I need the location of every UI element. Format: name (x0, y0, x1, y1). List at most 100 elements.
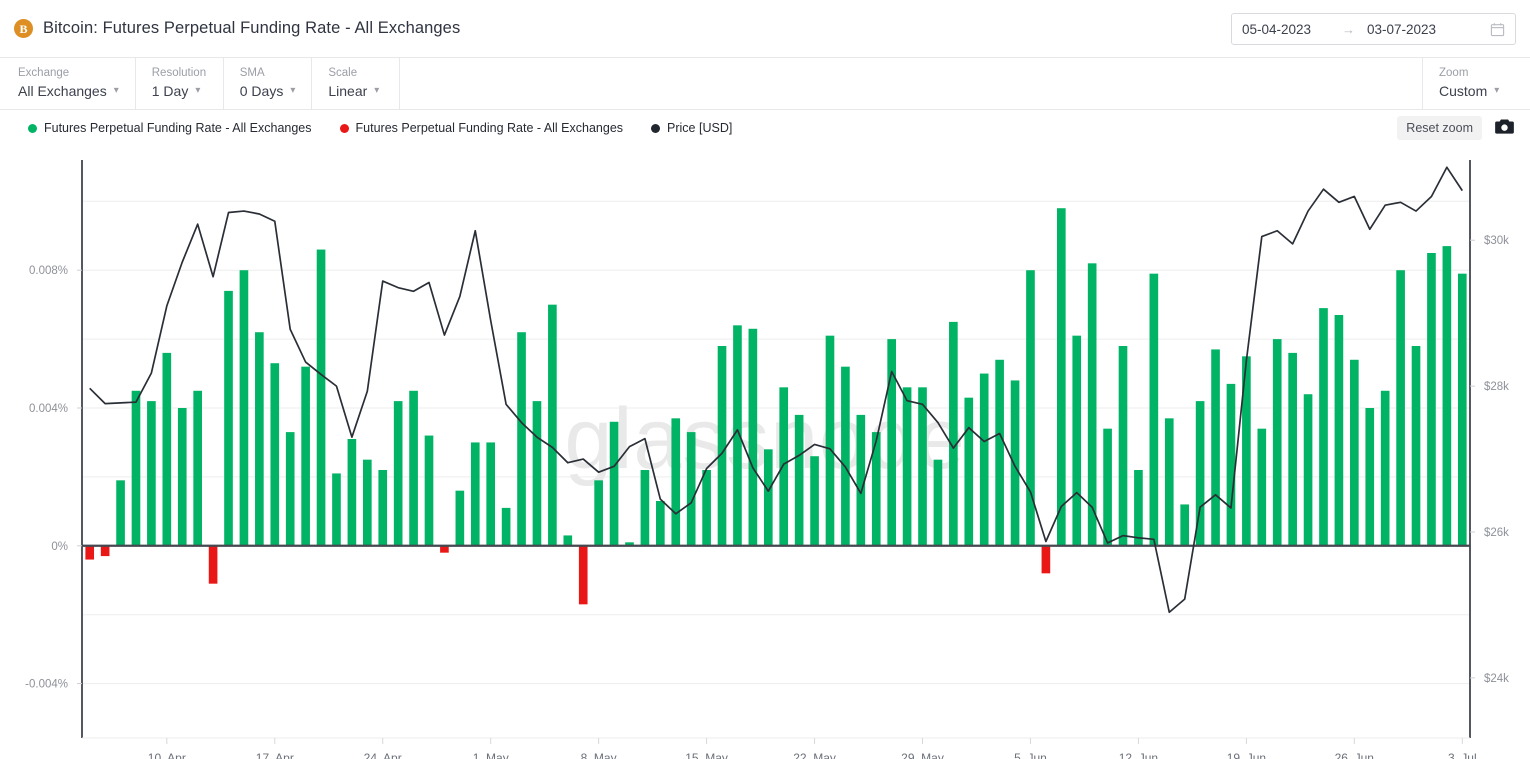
chart-bar (1041, 545, 1051, 574)
chart-bar (424, 435, 434, 546)
date-range-start[interactable]: 05-04-2023 (1242, 22, 1338, 37)
svg-text:19. Jun: 19. Jun (1227, 751, 1266, 759)
control-sma[interactable]: SMA 0 Days ▾ (224, 58, 313, 109)
chart-bar (532, 401, 542, 546)
chart-bar (393, 401, 403, 546)
chart-bar (702, 470, 711, 546)
page-header: B Bitcoin: Futures Perpetual Funding Rat… (0, 0, 1530, 58)
chart-bar (578, 545, 588, 605)
svg-text:3. Jul: 3. Jul (1448, 751, 1477, 759)
chart-bar (100, 545, 110, 557)
legend: Futures Perpetual Funding Rate - All Exc… (0, 110, 1530, 146)
chart-bar (671, 418, 681, 546)
chart-bar (177, 408, 187, 546)
chart-bar (1350, 359, 1359, 546)
chart-bar (501, 507, 511, 546)
control-resolution-value[interactable]: 1 Day ▾ (152, 81, 207, 101)
chart-bar (517, 332, 526, 546)
chart-bar (1103, 428, 1112, 546)
date-range-arrow-icon: → (1342, 21, 1355, 37)
chart-bar (949, 321, 958, 546)
control-sma-value[interactable]: 0 Days ▾ (240, 81, 296, 101)
legend-item-label: Futures Perpetual Funding Rate - All Exc… (355, 121, 624, 135)
svg-text:$28k: $28k (1484, 381, 1509, 393)
chart-area: glassnode -0.004% 0% 0.004% 0.008% $24k $26k $2… (0, 146, 1530, 759)
control-scale[interactable]: Scale Linear ▾ (312, 58, 401, 109)
control-exchange[interactable]: Exchange All Exchanges ▾ (0, 58, 136, 109)
legend-item-label: Futures Perpetual Funding Rate - All Exc… (44, 121, 312, 135)
svg-text:22. May: 22. May (793, 751, 836, 759)
chart-bar (1149, 273, 1159, 546)
chart-bar (810, 456, 819, 546)
chart-bar (1288, 352, 1297, 546)
chart-bar (1411, 346, 1421, 546)
control-sma-label: SMA (239, 67, 265, 79)
svg-text:26. Jun: 26. Jun (1335, 751, 1374, 759)
chart-bar (640, 470, 650, 546)
chart-bar (1180, 504, 1190, 546)
chart-bar (1427, 253, 1436, 546)
control-exchange-value[interactable]: All Exchanges ▾ (18, 81, 119, 101)
chart-bar (362, 459, 372, 546)
chart-bar (1056, 208, 1066, 546)
chart-bar (285, 432, 295, 546)
control-scale-value[interactable]: Linear ▾ (328, 81, 383, 101)
legend-item-price[interactable]: Price [USD] (651, 121, 732, 135)
chart-bar (748, 328, 758, 546)
svg-text:0%: 0% (51, 541, 68, 553)
control-zoom-value[interactable]: Custom ▾ (1439, 81, 1508, 101)
chart-bar (964, 397, 974, 546)
page-title: Bitcoin: Futures Perpetual Funding Rate … (43, 19, 461, 37)
chart-bar (1319, 308, 1328, 546)
control-exchange-value-text: All Exchanges (18, 83, 107, 99)
chart-bar (1380, 390, 1390, 546)
chart-bar (378, 470, 388, 546)
chart-bar (779, 387, 789, 546)
chart-bar (1365, 408, 1375, 546)
chart-bar (131, 390, 141, 546)
chart-bar (347, 439, 357, 546)
chart-bar (486, 442, 496, 546)
svg-text:-0.004%: -0.004% (25, 679, 68, 691)
chart-bar (933, 459, 943, 546)
legend-item-funding-negative[interactable]: Futures Perpetual Funding Rate - All Exc… (339, 121, 624, 135)
date-range-end[interactable]: 03-07-2023 (1367, 22, 1463, 37)
chart-bar (794, 414, 804, 546)
svg-text:8. May: 8. May (581, 751, 617, 759)
chart-bar (717, 346, 727, 546)
title-wrap: B Bitcoin: Futures Perpetual Funding Rat… (14, 19, 460, 38)
calendar-icon[interactable] (1490, 22, 1505, 37)
legend-item-funding-positive[interactable]: Futures Perpetual Funding Rate - All Exc… (28, 121, 312, 135)
chart-bar (887, 339, 896, 546)
chart-bar (548, 304, 557, 546)
bitcoin-icon: B (14, 19, 33, 38)
chart-bar (1257, 428, 1267, 546)
chart-bar (825, 335, 835, 546)
control-resolution-label: Resolution (151, 67, 207, 79)
chart-bar (270, 363, 280, 546)
control-resolution-value-text: 1 Day (151, 83, 189, 99)
chart-bar (147, 401, 156, 546)
date-range-picker[interactable]: 05-04-2023 → 03-07-2023 (1231, 13, 1516, 45)
chart-bar (686, 432, 696, 546)
chart-bar (1211, 349, 1220, 546)
controls-bar: Exchange All Exchanges ▾ Resolution 1 Da… (0, 58, 1530, 110)
chart-bar (609, 421, 619, 546)
chart-bar (224, 290, 233, 546)
reset-zoom-button[interactable]: Reset zoom (1397, 116, 1482, 140)
chart-bar (1134, 470, 1143, 546)
control-resolution[interactable]: Resolution 1 Day ▾ (136, 58, 224, 109)
funding-rate-chart[interactable]: glassnode-0.004%0%0.004%0.008%$24k$26k$2… (0, 146, 1530, 759)
camera-icon[interactable] (1494, 118, 1515, 140)
chart-bar (979, 373, 989, 546)
control-zoom[interactable]: Zoom Custom ▾ (1422, 58, 1530, 109)
chart-bar (470, 442, 480, 546)
svg-text:$30k: $30k (1484, 235, 1509, 247)
chart-bar (763, 449, 773, 546)
control-zoom-label: Zoom (1439, 67, 1469, 79)
svg-text:5. Jun: 5. Jun (1014, 751, 1047, 759)
chart-bar (656, 501, 665, 546)
chevron-down-icon: ▾ (113, 85, 119, 96)
chevron-down-icon: ▾ (1494, 85, 1500, 96)
chart-bar (255, 332, 264, 546)
